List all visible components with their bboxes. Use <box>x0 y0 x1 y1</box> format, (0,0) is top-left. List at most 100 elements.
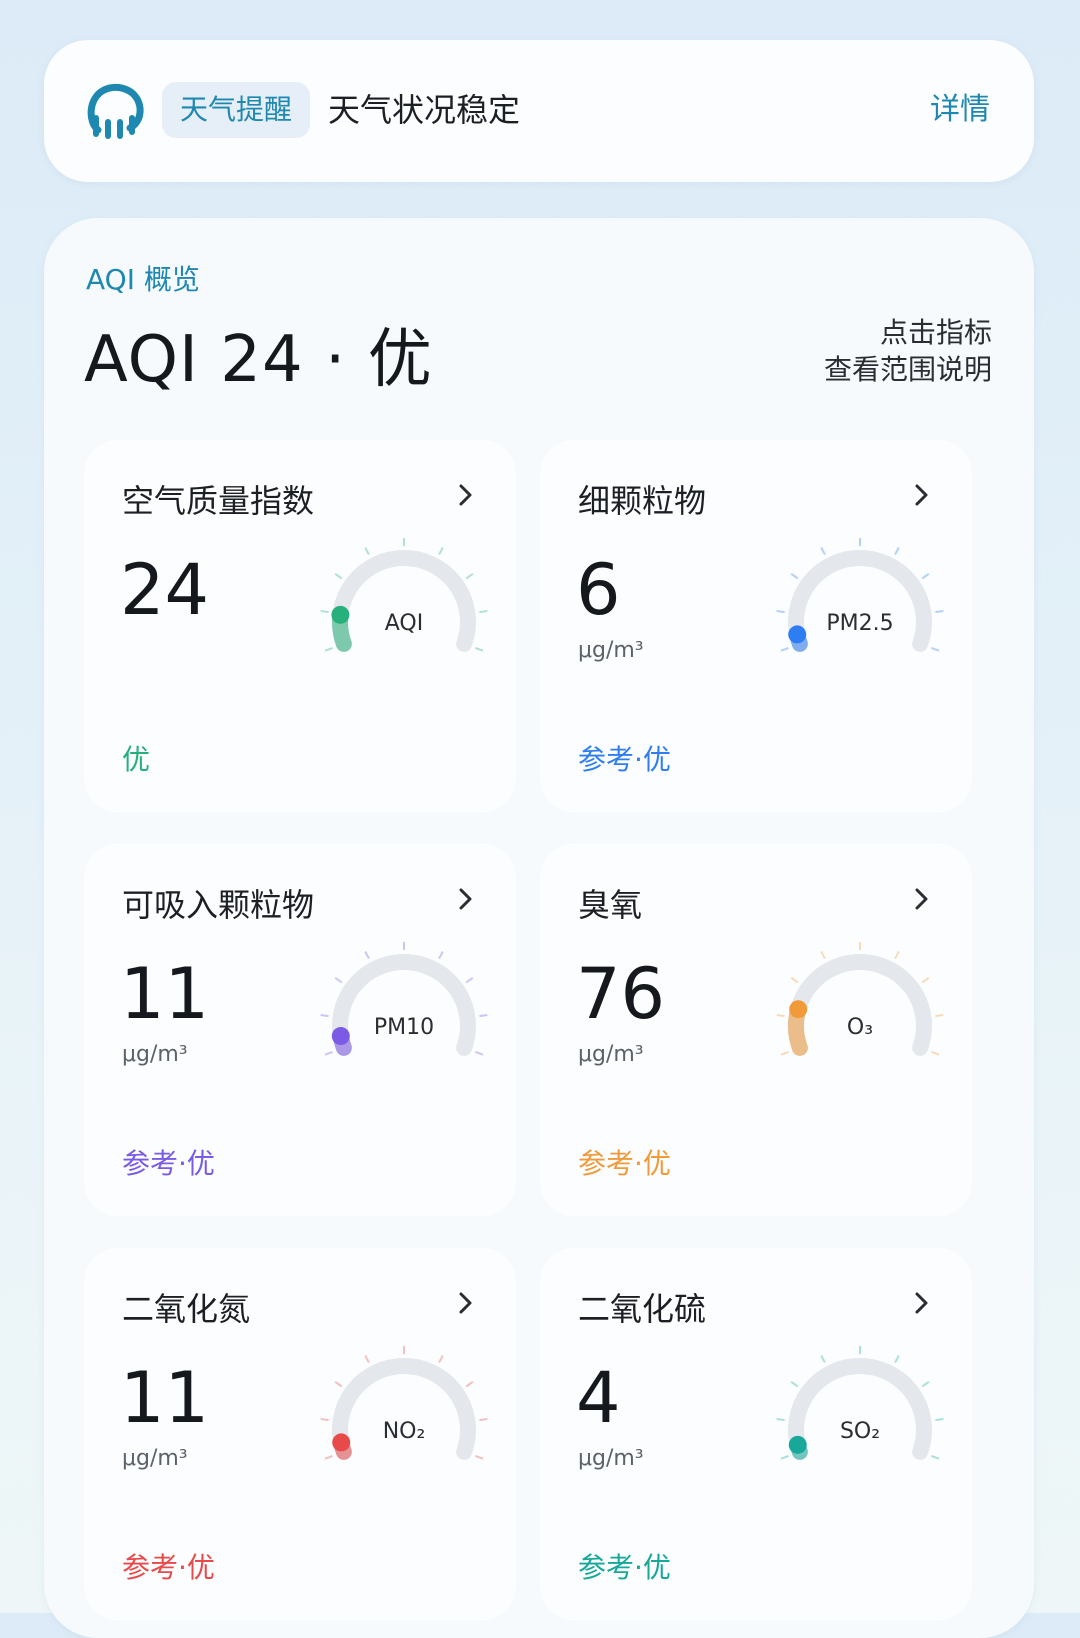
metric-status: 优 <box>122 743 151 776</box>
metric-title: 可吸入颗粒物 <box>122 886 315 924</box>
gauge-tick <box>931 1455 940 1460</box>
alert-details-link[interactable]: 详情 <box>930 82 990 138</box>
gauge-tick <box>921 1381 930 1388</box>
gauge-label: AQI <box>385 611 423 636</box>
aqi-headline: AQI 24 · 优 <box>84 323 433 397</box>
gauge-tick <box>364 1355 370 1364</box>
gauge-label: PM2.5 <box>826 611 893 636</box>
gauge-indicator <box>331 605 350 624</box>
metric-title: 细颗粒物 <box>578 482 707 520</box>
gauge-tick <box>320 610 329 614</box>
aqi-overview-card: AQI 概览 AQI 24 · 优 点击指标 查看范围说明 空气质量指数 24 优 A… <box>44 218 1034 1638</box>
gauge-tick <box>776 1418 785 1422</box>
gauge-indicator <box>789 1000 808 1019</box>
metric-value: 76 <box>576 953 666 1035</box>
metric-value: 11 <box>120 953 210 1035</box>
metric-status: 参考·优 <box>578 743 671 776</box>
gauge-indicator <box>331 1027 350 1046</box>
gauge-so2: SO₂ <box>776 1346 944 1460</box>
gauge-tick <box>438 1355 444 1364</box>
gauge-no2: NO₂ <box>320 1346 488 1460</box>
gauge-tick <box>438 951 444 960</box>
metric-value: 24 <box>120 549 210 631</box>
gauge-indicator <box>788 625 807 644</box>
metric-card-pm25[interactable]: 细颗粒物 6 μg/m³ 参考·优 PM2.5 <box>540 440 972 812</box>
metric-status: 参考·优 <box>122 1551 215 1584</box>
chevron-right-icon[interactable] <box>456 886 476 912</box>
metric-title: 臭氧 <box>578 886 643 924</box>
gauge-tick <box>921 977 930 984</box>
gauge-tick <box>820 1355 826 1364</box>
gauge-tick <box>479 610 488 614</box>
gauge-tick <box>364 951 370 960</box>
chevron-right-icon[interactable] <box>912 886 932 912</box>
gauge-tick <box>475 647 484 652</box>
range-hint: 点击指标 查看范围说明 <box>824 314 992 388</box>
gauge-tick <box>820 547 826 556</box>
gauge-tick <box>320 1014 329 1018</box>
gauge-tick <box>776 1014 785 1018</box>
metric-title: 二氧化氮 <box>122 1290 251 1328</box>
gauge-label: O₃ <box>847 1015 873 1040</box>
chevron-right-icon[interactable] <box>456 1290 476 1316</box>
gauge-tick <box>334 573 343 580</box>
gauge-tick <box>894 1355 900 1364</box>
gauge-tick <box>465 573 474 580</box>
gauge-tick <box>776 610 785 614</box>
metric-value: 11 <box>120 1357 210 1439</box>
metric-unit: μg/m³ <box>122 1042 188 1067</box>
gauge-tick <box>324 1051 333 1056</box>
gauge-tick <box>334 977 343 984</box>
chevron-right-icon[interactable] <box>456 482 476 508</box>
gauge-pm25: PM2.5 <box>776 538 944 652</box>
gauge-tick <box>479 1418 488 1422</box>
metric-unit: μg/m³ <box>122 1446 188 1471</box>
metric-title: 空气质量指数 <box>122 482 315 520</box>
gauge-tick <box>438 547 444 556</box>
gauge-aqi: AQI <box>320 538 488 652</box>
metric-value: 6 <box>576 549 621 631</box>
hint-line-2: 查看范围说明 <box>823 353 992 386</box>
gauge-tick <box>780 1455 789 1460</box>
gauge-tick <box>931 1051 940 1056</box>
gauge-tick <box>790 573 799 580</box>
gauge-tick <box>931 647 940 652</box>
metric-card-so2[interactable]: 二氧化硫 4 μg/m³ 参考·优 SO₂ <box>540 1248 972 1620</box>
metric-status: 参考·优 <box>578 1551 671 1584</box>
gauge-tick <box>780 1051 789 1056</box>
gauge-indicator <box>332 1433 351 1452</box>
gauge-label: NO₂ <box>383 1419 426 1444</box>
gauge-tick <box>935 1014 944 1018</box>
metric-title: 二氧化硫 <box>578 1290 707 1328</box>
section-title: AQI 概览 <box>86 263 200 296</box>
gauge-tick <box>935 610 944 614</box>
gauge-tick <box>364 547 370 556</box>
weather-alert-logo-icon <box>87 83 144 139</box>
gauge-tick <box>320 1418 329 1422</box>
gauge-tick <box>334 1381 343 1388</box>
gauge-tick <box>475 1455 484 1460</box>
gauge-pm10: PM10 <box>320 942 488 1056</box>
chevron-right-icon[interactable] <box>912 482 932 508</box>
gauge-tick <box>465 977 474 984</box>
gauge-tick <box>780 647 789 652</box>
gauge-tick <box>921 573 930 580</box>
metric-unit: μg/m³ <box>578 1042 644 1067</box>
metric-card-aqi[interactable]: 空气质量指数 24 优 AQI <box>84 440 516 812</box>
gauge-tick <box>475 1051 484 1056</box>
weather-alert-card[interactable]: 天气提醒 天气状况稳定 详情 <box>44 40 1034 182</box>
gauge-tick <box>894 547 900 556</box>
chevron-right-icon[interactable] <box>912 1290 932 1316</box>
metric-card-o3[interactable]: 臭氧 76 μg/m³ 参考·优 O₃ <box>540 844 972 1216</box>
gauge-label: PM10 <box>374 1015 434 1040</box>
metric-status: 参考·优 <box>122 1147 215 1180</box>
alert-tag: 天气提醒 <box>162 82 311 138</box>
metric-unit: μg/m³ <box>578 1446 644 1471</box>
gauge-tick <box>479 1014 488 1018</box>
metric-unit: μg/m³ <box>578 638 644 663</box>
gauge-tick <box>790 977 799 984</box>
metric-value: 4 <box>576 1357 621 1439</box>
metric-card-pm10[interactable]: 可吸入颗粒物 11 μg/m³ 参考·优 PM10 <box>84 844 516 1216</box>
metric-card-no2[interactable]: 二氧化氮 11 μg/m³ 参考·优 NO₂ <box>84 1248 516 1620</box>
gauge-label: SO₂ <box>840 1419 880 1444</box>
